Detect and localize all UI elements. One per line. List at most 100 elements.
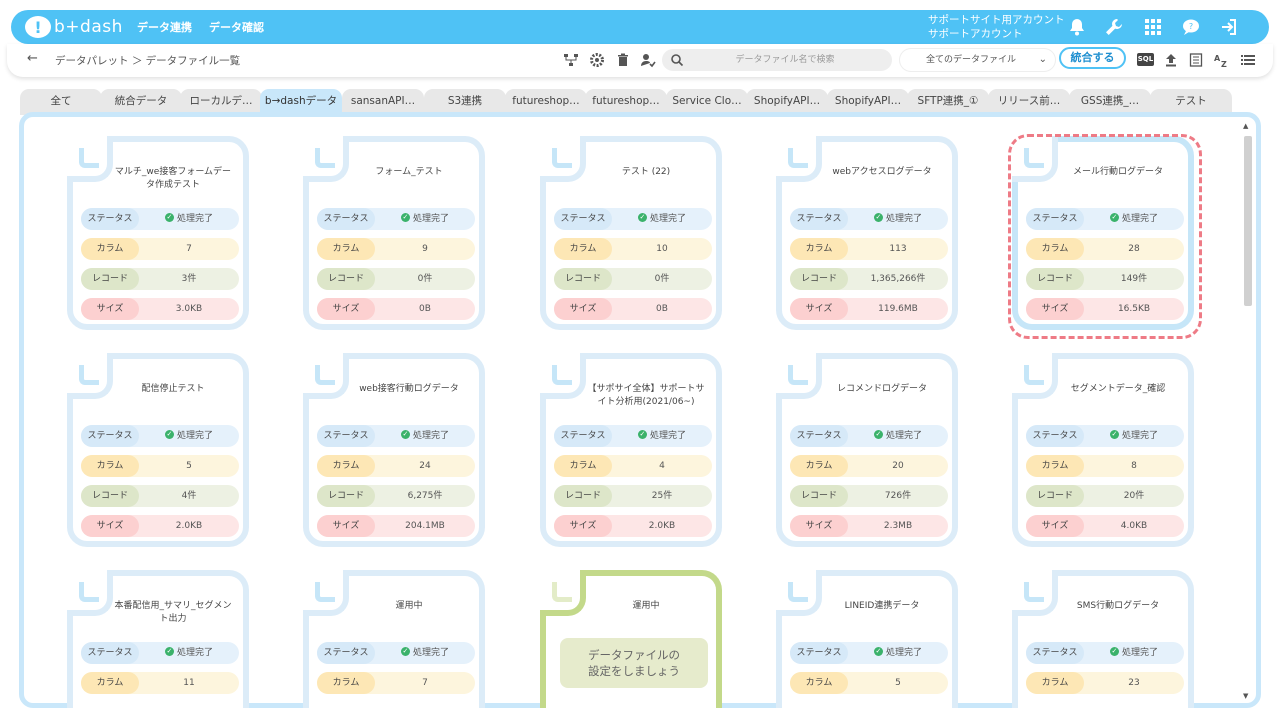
data-file-card[interactable]: 運用中 ステータス ✓ 処理完了 カラム 7 [303,570,485,708]
card-title: LINEID連携データ [844,601,920,611]
card-row-size: サイズ 0B [317,298,475,320]
file-filter-select[interactable]: 全てのデータファイル ⌄ [900,49,1055,71]
data-file-card[interactable]: 配信停止テスト ステータス ✓ 処理完了 カラム 5 レコード 4件 サイズ 2.0KB [67,353,249,547]
setup-prompt[interactable]: データファイルの 設定をしましょう [560,638,708,688]
status-value: 処理完了 [649,431,686,441]
records-value: 6,275件 [407,491,443,501]
columns-value: 10 [656,244,668,254]
data-file-card[interactable]: webアクセスログデータ ステータス ✓ 処理完了 カラム 113 レコード 1,365,26… [776,136,958,330]
brand-logo[interactable]: ! b+dash [25,15,123,39]
check-circle-icon: ✓ [400,647,410,656]
data-file-card[interactable]: セグメントデータ_確認 ステータス ✓ 処理完了 カラム 8 レコード 20件 サイズ 4.0KB [1012,353,1194,547]
row-label: ステータス [81,208,139,230]
list-view-icon[interactable] [1239,51,1257,69]
nav-data-link[interactable]: データ連携 [137,19,192,35]
sort-az-icon[interactable]: AZ [1213,51,1231,69]
row-value: ✓ 処理完了 [139,425,239,447]
row-label: カラム [554,455,612,477]
check-circle-icon: ✓ [873,213,883,222]
columns-value: 113 [889,244,907,254]
scroll-down-icon[interactable]: ▼ [1243,692,1248,700]
size-value: 2.3MB [883,521,913,531]
card-title: 運用中 [632,601,660,611]
help-chat-icon[interactable]: ? [1180,16,1202,38]
nav-data-check[interactable]: データ確認 [209,19,264,35]
file-corner-icon [1012,570,1058,616]
card-row-columns: カラム 4 [554,455,712,477]
row-label: ステータス [790,208,848,230]
check-circle-icon: ✓ [637,213,647,222]
data-file-card[interactable]: web接客行動ログデータ ステータス ✓ 処理完了 カラム 24 レコード 6,275件 サイズ… [303,353,485,547]
row-value: 20件 [1084,485,1184,507]
data-file-card[interactable]: マルチ_we接客フォームデータ作成テスト ステータス ✓ 処理完了 カラム 7 レコード 3件… [67,136,249,330]
search-box[interactable] [662,49,892,71]
scroll-up-icon[interactable]: ▲ [1243,122,1248,130]
file-corner-icon [303,353,349,399]
gear-icon[interactable] [588,51,606,69]
card-row-status: ステータス ✓ 処理完了 [1026,425,1184,447]
status-value: 処理完了 [176,431,213,441]
columns-value: 20 [892,461,904,471]
row-label: ステータス [81,642,139,664]
row-value: 10 [612,238,712,260]
back-arrow-icon[interactable]: ← [27,51,38,66]
document-list-icon[interactable] [1187,51,1205,69]
category-tabs: 全て 統合データ ローカルデ… b→dashデータ sansanAPI… S3連… [20,89,1262,115]
upload-icon[interactable] [1162,51,1180,69]
row-value: ✓ 処理完了 [612,425,712,447]
status-value: 処理完了 [885,431,922,441]
file-corner-icon [776,136,822,182]
data-file-card[interactable]: 【サポサイ全体】サポートサイト分析用(2021/06~) ステータス ✓ 処理完了 カラ… [540,353,722,547]
card-row-size: サイズ 2.0KB [81,515,239,537]
data-file-card[interactable]: LINEID連携データ ステータス ✓ 処理完了 カラム 5 [776,570,958,708]
size-value: 2.0KB [175,521,203,531]
records-value: 0件 [654,274,670,284]
row-label: カラム [317,672,375,694]
row-value: ✓ 処理完了 [375,425,475,447]
row-value: 0B [375,298,475,320]
row-value: ✓ 処理完了 [1084,425,1184,447]
file-corner-icon [540,136,586,182]
search-input[interactable] [690,51,880,69]
vertical-scrollbar[interactable]: ▲ ▼ [1242,122,1252,700]
data-file-card[interactable]: テスト (22) ステータス ✓ 処理完了 カラム 10 レコード 0件 サイズ 0B [540,136,722,330]
wrench-icon[interactable] [1103,16,1125,38]
account-name[interactable]: サポートサイト用アカウント サポートアカウント [928,13,1065,41]
row-value: ✓ 処理完了 [139,208,239,230]
columns-value: 9 [422,244,428,254]
row-value: ✓ 処理完了 [848,208,948,230]
bell-icon[interactable] [1066,16,1088,38]
logout-icon[interactable] [1218,16,1240,38]
row-label: レコード [317,485,375,507]
card-row-columns: カラム 24 [317,455,475,477]
row-label: カラム [81,455,139,477]
trash-icon[interactable] [614,51,632,69]
card-title: 本番配信用_サマリ_セグメント出力 [114,601,232,624]
flow-icon[interactable] [562,51,580,69]
data-file-card[interactable]: フォーム_テスト ステータス ✓ 処理完了 カラム 9 レコード 0件 サイズ 0B [303,136,485,330]
merge-button[interactable]: 統合する [1059,47,1126,69]
scrollbar-thumb[interactable] [1244,136,1252,306]
row-label: カラム [790,672,848,694]
user-check-icon[interactable] [639,51,657,69]
row-value: 7 [375,672,475,694]
card-row-columns: カラム 7 [81,238,239,260]
grid-menu-icon[interactable] [1142,16,1164,38]
card-title: レコメンドログデータ [836,384,927,394]
data-file-card[interactable]: レコメンドログデータ ステータス ✓ 処理完了 カラム 20 レコード 726件 サイズ 2.3M… [776,353,958,547]
row-value: 204.1MB [375,515,475,537]
card-row-columns: カラム 5 [81,455,239,477]
card-row-columns: カラム 8 [1026,455,1184,477]
row-value: 20 [848,455,948,477]
row-value: 3.0KB [139,298,239,320]
status-value: 処理完了 [412,431,449,441]
logo-text: b+dash [54,17,123,37]
row-value: 0件 [375,268,475,290]
data-file-card[interactable]: 本番配信用_サマリ_セグメント出力 ステータス ✓ 処理完了 カラム 11 [67,570,249,708]
sql-icon[interactable]: SQL [1137,53,1154,66]
card-row-records: レコード 0件 [554,268,712,290]
card-title: 運用中 [395,601,423,611]
data-file-card[interactable]: SMS行動ログデータ ステータス ✓ 処理完了 カラム 23 [1012,570,1194,708]
card-title: テスト (22) [621,167,671,177]
data-file-card[interactable]: 運用中データファイルの 設定をしましょう [540,570,722,708]
